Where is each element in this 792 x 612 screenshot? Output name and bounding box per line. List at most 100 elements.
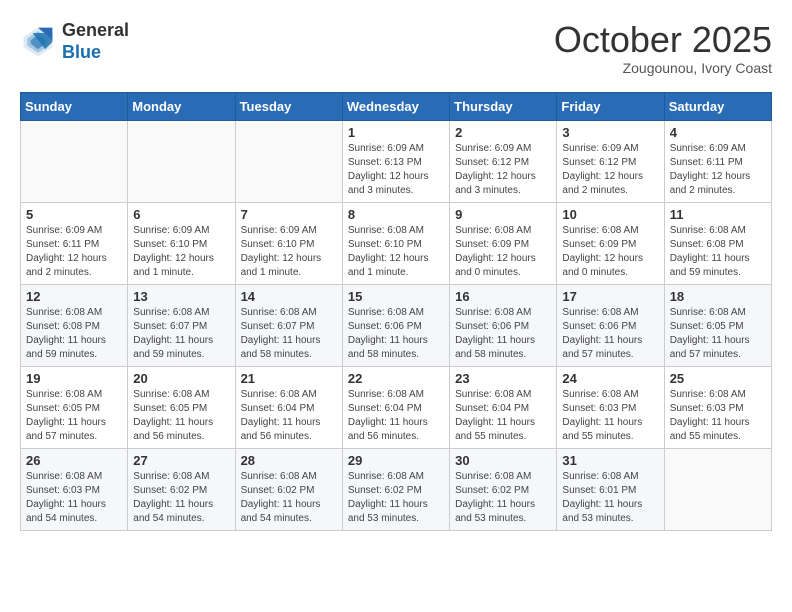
page-header: General Blue October 2025 Zougounou, Ivo…: [20, 20, 772, 76]
day-number: 4: [670, 125, 766, 140]
calendar-cell: 23 Sunrise: 6:08 AM Sunset: 6:04 PM Dayli…: [450, 366, 557, 448]
calendar-cell: 3 Sunrise: 6:09 AM Sunset: 6:12 PM Daylig…: [557, 120, 664, 202]
day-number: 8: [348, 207, 444, 222]
calendar-cell: 11 Sunrise: 6:08 AM Sunset: 6:08 PM Dayli…: [664, 202, 771, 284]
day-number: 7: [241, 207, 337, 222]
day-info: Sunrise: 6:08 AM Sunset: 6:09 PM Dayligh…: [562, 224, 658, 280]
calendar-cell: 28 Sunrise: 6:08 AM Sunset: 6:02 PM Dayli…: [235, 448, 342, 530]
day-number: 3: [562, 125, 658, 140]
calendar-cell: 30 Sunrise: 6:08 AM Sunset: 6:02 PM Dayli…: [450, 448, 557, 530]
day-info: Sunrise: 6:08 AM Sunset: 6:07 PM Dayligh…: [241, 306, 337, 362]
weekday-header-wednesday: Wednesday: [342, 92, 449, 120]
calendar-cell: 7 Sunrise: 6:09 AM Sunset: 6:10 PM Daylig…: [235, 202, 342, 284]
day-number: 19: [26, 371, 122, 386]
day-info: Sunrise: 6:08 AM Sunset: 6:05 PM Dayligh…: [26, 388, 122, 444]
day-info: Sunrise: 6:09 AM Sunset: 6:12 PM Dayligh…: [562, 142, 658, 198]
day-number: 21: [241, 371, 337, 386]
calendar-cell: [664, 448, 771, 530]
day-number: 6: [133, 207, 229, 222]
day-info: Sunrise: 6:08 AM Sunset: 6:02 PM Dayligh…: [348, 470, 444, 526]
day-number: 22: [348, 371, 444, 386]
day-number: 23: [455, 371, 551, 386]
day-info: Sunrise: 6:08 AM Sunset: 6:03 PM Dayligh…: [26, 470, 122, 526]
title-block: October 2025 Zougounou, Ivory Coast: [554, 20, 772, 76]
day-info: Sunrise: 6:08 AM Sunset: 6:04 PM Dayligh…: [348, 388, 444, 444]
weekday-header-saturday: Saturday: [664, 92, 771, 120]
day-number: 17: [562, 289, 658, 304]
day-number: 1: [348, 125, 444, 140]
day-info: Sunrise: 6:08 AM Sunset: 6:04 PM Dayligh…: [241, 388, 337, 444]
location-subtitle: Zougounou, Ivory Coast: [554, 60, 772, 76]
calendar-cell: 21 Sunrise: 6:08 AM Sunset: 6:04 PM Dayli…: [235, 366, 342, 448]
day-number: 18: [670, 289, 766, 304]
calendar-cell: 12 Sunrise: 6:08 AM Sunset: 6:08 PM Dayli…: [21, 284, 128, 366]
calendar-cell: 8Sunrise: 6:08 AM Sunset: 6:10 PM Daylig…: [342, 202, 449, 284]
calendar-cell: 19 Sunrise: 6:08 AM Sunset: 6:05 PM Dayli…: [21, 366, 128, 448]
logo-text: General Blue: [62, 20, 129, 63]
day-info: Sunrise: 6:08 AM Sunset: 6:08 PM Dayligh…: [26, 306, 122, 362]
month-title: October 2025: [554, 20, 772, 60]
day-info: Sunrise: 6:08 AM Sunset: 6:09 PM Dayligh…: [455, 224, 551, 280]
day-info: Sunrise: 6:09 AM Sunset: 6:10 PM Dayligh…: [241, 224, 337, 280]
day-number: 30: [455, 453, 551, 468]
day-info: Sunrise: 6:08 AM Sunset: 6:02 PM Dayligh…: [455, 470, 551, 526]
day-info: Sunrise: 6:08 AM Sunset: 6:02 PM Dayligh…: [133, 470, 229, 526]
calendar-cell: 25 Sunrise: 6:08 AM Sunset: 6:03 PM Dayli…: [664, 366, 771, 448]
calendar-cell: 27 Sunrise: 6:08 AM Sunset: 6:02 PM Dayli…: [128, 448, 235, 530]
day-number: 13: [133, 289, 229, 304]
day-number: 15: [348, 289, 444, 304]
week-row-3: 12 Sunrise: 6:08 AM Sunset: 6:08 PM Dayli…: [21, 284, 772, 366]
weekday-header-tuesday: Tuesday: [235, 92, 342, 120]
week-row-5: 26 Sunrise: 6:08 AM Sunset: 6:03 PM Dayli…: [21, 448, 772, 530]
calendar-cell: 4 Sunrise: 6:09 AM Sunset: 6:11 PM Daylig…: [664, 120, 771, 202]
day-number: 2: [455, 125, 551, 140]
calendar-cell: 6 Sunrise: 6:09 AM Sunset: 6:10 PM Daylig…: [128, 202, 235, 284]
day-number: 9: [455, 207, 551, 222]
calendar-cell: 17 Sunrise: 6:08 AM Sunset: 6:06 PM Dayli…: [557, 284, 664, 366]
day-info: Sunrise: 6:08 AM Sunset: 6:02 PM Dayligh…: [241, 470, 337, 526]
day-info: Sunrise: 6:09 AM Sunset: 6:11 PM Dayligh…: [670, 142, 766, 198]
day-number: 24: [562, 371, 658, 386]
day-info: Sunrise: 6:09 AM Sunset: 6:11 PM Dayligh…: [26, 224, 122, 280]
day-number: 25: [670, 371, 766, 386]
day-number: 11: [670, 207, 766, 222]
calendar-cell: 13Sunrise: 6:08 AM Sunset: 6:07 PM Dayli…: [128, 284, 235, 366]
day-info: Sunrise: 6:09 AM Sunset: 6:10 PM Dayligh…: [133, 224, 229, 280]
day-info: Sunrise: 6:08 AM Sunset: 6:05 PM Dayligh…: [133, 388, 229, 444]
day-number: 10: [562, 207, 658, 222]
calendar-cell: [128, 120, 235, 202]
logo-icon: [20, 24, 56, 60]
day-number: 5: [26, 207, 122, 222]
day-number: 26: [26, 453, 122, 468]
calendar-cell: 20Sunrise: 6:08 AM Sunset: 6:05 PM Dayli…: [128, 366, 235, 448]
day-info: Sunrise: 6:09 AM Sunset: 6:12 PM Dayligh…: [455, 142, 551, 198]
calendar-cell: 31Sunrise: 6:08 AM Sunset: 6:01 PM Dayli…: [557, 448, 664, 530]
day-info: Sunrise: 6:08 AM Sunset: 6:06 PM Dayligh…: [562, 306, 658, 362]
day-info: Sunrise: 6:08 AM Sunset: 6:03 PM Dayligh…: [670, 388, 766, 444]
day-number: 12: [26, 289, 122, 304]
day-number: 31: [562, 453, 658, 468]
week-row-4: 19 Sunrise: 6:08 AM Sunset: 6:05 PM Dayli…: [21, 366, 772, 448]
calendar-cell: [21, 120, 128, 202]
weekday-header-friday: Friday: [557, 92, 664, 120]
calendar-cell: 14Sunrise: 6:08 AM Sunset: 6:07 PM Dayli…: [235, 284, 342, 366]
day-info: Sunrise: 6:08 AM Sunset: 6:06 PM Dayligh…: [455, 306, 551, 362]
day-info: Sunrise: 6:08 AM Sunset: 6:08 PM Dayligh…: [670, 224, 766, 280]
weekday-header-row: SundayMondayTuesdayWednesdayThursdayFrid…: [21, 92, 772, 120]
week-row-1: 1Sunrise: 6:09 AM Sunset: 6:13 PM Daylig…: [21, 120, 772, 202]
day-number: 29: [348, 453, 444, 468]
day-number: 28: [241, 453, 337, 468]
calendar-cell: 10 Sunrise: 6:08 AM Sunset: 6:09 PM Dayli…: [557, 202, 664, 284]
day-number: 27: [133, 453, 229, 468]
calendar-cell: 18Sunrise: 6:08 AM Sunset: 6:05 PM Dayli…: [664, 284, 771, 366]
calendar-table: SundayMondayTuesdayWednesdayThursdayFrid…: [20, 92, 772, 531]
logo: General Blue: [20, 20, 129, 63]
weekday-header-monday: Monday: [128, 92, 235, 120]
day-info: Sunrise: 6:08 AM Sunset: 6:03 PM Dayligh…: [562, 388, 658, 444]
calendar-cell: 24 Sunrise: 6:08 AM Sunset: 6:03 PM Dayli…: [557, 366, 664, 448]
calendar-cell: 9 Sunrise: 6:08 AM Sunset: 6:09 PM Daylig…: [450, 202, 557, 284]
day-number: 16: [455, 289, 551, 304]
calendar-cell: 15Sunrise: 6:08 AM Sunset: 6:06 PM Dayli…: [342, 284, 449, 366]
week-row-2: 5 Sunrise: 6:09 AM Sunset: 6:11 PM Daylig…: [21, 202, 772, 284]
day-info: Sunrise: 6:08 AM Sunset: 6:04 PM Dayligh…: [455, 388, 551, 444]
